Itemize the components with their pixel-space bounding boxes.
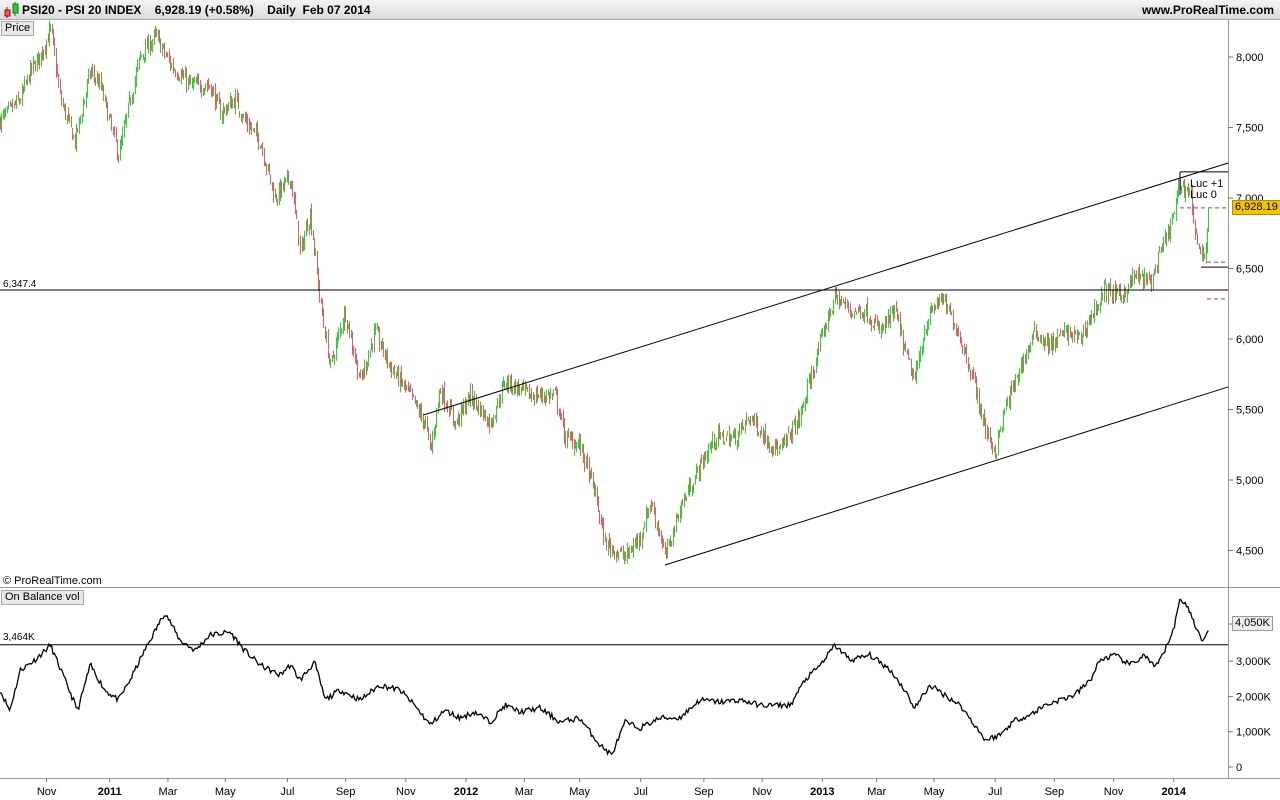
time-tick-label: Jul xyxy=(280,786,294,798)
time-tick-label: Mar xyxy=(158,786,177,798)
time-tick-label: May xyxy=(215,786,236,798)
time-tick-label: 2011 xyxy=(98,786,122,798)
support-line-label: 6,347.4 xyxy=(3,279,37,290)
time-tick-label: Sep xyxy=(1045,786,1065,798)
price-tick-label: 5,000 xyxy=(1236,475,1264,487)
time-tick-label: Sep xyxy=(336,786,356,798)
time-tick-label: Mar xyxy=(515,786,534,798)
last-price-badge: 6,928.19 xyxy=(1232,200,1280,215)
time-tick-label: May xyxy=(569,786,590,798)
obv-tick-label: 2,000K xyxy=(1236,691,1272,703)
chart-canvas[interactable]: 4,5005,0005,5006,0006,5007,0007,5008,000… xyxy=(0,0,1280,800)
time-tick-label: Nov xyxy=(37,786,57,798)
obv-panel-label: On Balance vol xyxy=(1,590,84,605)
time-tick-label: 2012 xyxy=(454,786,478,798)
time-tick-label: Sep xyxy=(694,786,714,798)
time-tick-label: Jul xyxy=(634,786,648,798)
price-tick-label: 5,500 xyxy=(1236,405,1264,417)
obv-line-label: 3,464K xyxy=(3,632,35,643)
annotation-luc-0: Luc 0 xyxy=(1190,189,1217,201)
obv-tick-label: 3,000K xyxy=(1236,656,1272,668)
time-tick-label: Nov xyxy=(1104,786,1124,798)
price-tick-label: 6,500 xyxy=(1236,264,1264,276)
price-panel-label: Price xyxy=(1,21,35,36)
price-tick-label: 8,000 xyxy=(1236,52,1264,64)
time-tick-label: Mar xyxy=(867,786,886,798)
copyright: © ProRealTime.com xyxy=(3,575,102,587)
price-tick-label: 7,500 xyxy=(1236,123,1264,135)
obv-tick-label: 0 xyxy=(1236,762,1242,774)
time-tick-label: 2014 xyxy=(1162,786,1187,798)
time-tick-label: May xyxy=(924,786,945,798)
time-tick-label: Jul xyxy=(988,786,1002,798)
last-obv-badge: 4,050K xyxy=(1232,616,1273,631)
channel-bottom-line xyxy=(664,386,1229,566)
price-tick-label: 6,000 xyxy=(1236,334,1264,346)
time-tick-label: Nov xyxy=(396,786,416,798)
channel-top-line xyxy=(423,162,1229,416)
time-tick-label: Nov xyxy=(752,786,772,798)
obv-tick-label: 1,000K xyxy=(1236,727,1272,739)
time-tick-label: 2013 xyxy=(810,786,834,798)
obv-line xyxy=(0,598,1209,757)
price-tick-label: 4,500 xyxy=(1236,546,1264,558)
